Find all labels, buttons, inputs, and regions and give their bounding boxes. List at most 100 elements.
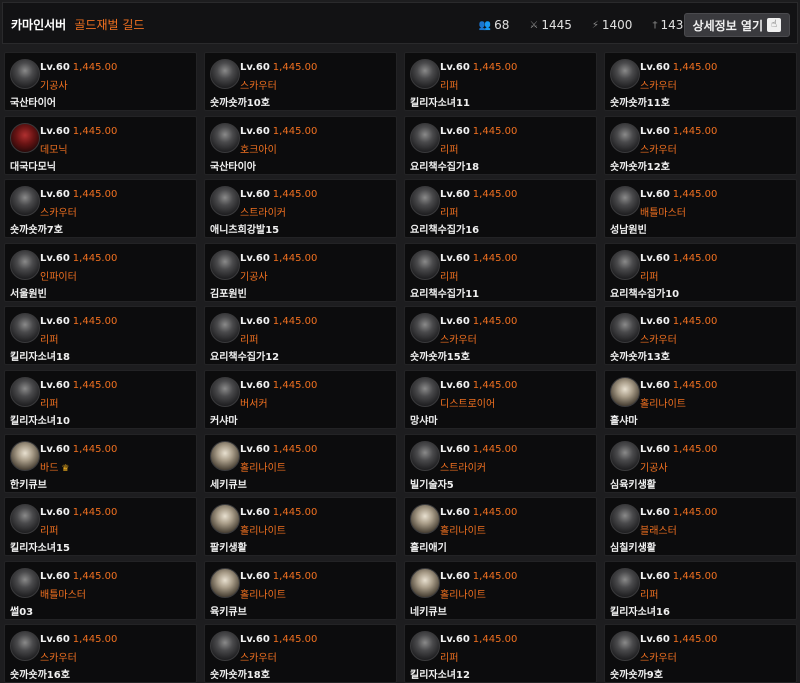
member-level: Lv.60 [40, 507, 70, 519]
member-card[interactable]: Lv.60 1,445.00 배틀마스터 썰03 [4, 560, 197, 620]
crown-icon: ♛ [61, 463, 70, 474]
item-level: 1,445.00 [72, 316, 118, 328]
member-class: 리퍼 [440, 208, 459, 220]
member-card[interactable]: Lv.60 1,445.00 스카우터 숏까숏까16호 [4, 624, 197, 683]
level-line: Lv.60 1,445.00 [40, 316, 117, 327]
member-card[interactable]: Lv.60 1,445.00 블래스터 심칠키생활 [604, 497, 797, 557]
member-level: Lv.60 [40, 62, 70, 73]
member-card[interactable]: Lv.60 1,445.00 스카우터 숏까숏까10호 [204, 52, 397, 111]
member-card[interactable]: Lv.60 1,445.00 리퍼 요리책수집가18 [404, 115, 597, 175]
character-avatar [210, 567, 240, 598]
member-card[interactable]: Lv.60 1,445.00 버서커 커샤마 [204, 369, 397, 429]
item-level: 1,445.00 [272, 62, 318, 73]
level-line: Lv.60 1,445.00 [240, 571, 317, 582]
member-card[interactable]: Lv.60 1,445.00 스카우터 숏까숏까9호 [604, 624, 797, 683]
item-level: 1,445.00 [272, 379, 318, 391]
member-level: Lv.60 [640, 443, 670, 455]
detail-open-button[interactable]: 상세정보 열기 ☝ [683, 13, 790, 37]
character-avatar [410, 440, 440, 471]
class-line: 버서커 [240, 395, 268, 410]
member-card[interactable]: Lv.60 1,445.00 스카우터 숏까숏까12호 [604, 115, 797, 175]
member-class: 디스트로이어 [440, 398, 496, 410]
member-card[interactable]: Lv.60 1,445.00 기공사 심육키생활 [604, 433, 797, 493]
member-name: 킬리자소녀15 [10, 543, 70, 555]
item-level: 1,445.00 [272, 443, 318, 455]
item-level: 1,445.00 [672, 125, 718, 137]
member-card[interactable]: Lv.60 1,445.00 리퍼 킬리자소녀10 [4, 369, 197, 429]
level-line: Lv.60 1,445.00 [40, 253, 117, 264]
member-card[interactable]: Lv.60 1,445.00 스트라이커 빌기술자5 [404, 433, 597, 493]
level-line: Lv.60 1,445.00 [640, 571, 717, 582]
member-card[interactable]: Lv.60 1,445.00 인파이터 서울원빈 [4, 242, 197, 302]
member-level: Lv.60 [640, 252, 670, 264]
character-avatar [410, 504, 440, 535]
class-line: 기공사 [240, 268, 268, 283]
member-card[interactable]: Lv.60 1,445.00 배틀마스터 성남원빈 [604, 179, 797, 239]
class-line: 바드 ♛ [40, 459, 69, 474]
character-avatar [10, 122, 40, 153]
member-card[interactable]: Lv.60 1,445.00 스트라이커 애니츠희강발15 [204, 179, 397, 239]
detail-button-label: 상세정보 열기 [692, 18, 763, 33]
member-level: Lv.60 [240, 252, 270, 264]
class-line: 리퍼 [240, 331, 258, 346]
member-card[interactable]: Lv.60 1,445.00 홀리나이트 네키큐브 [404, 560, 597, 620]
guild-title: 카마인서버 골드재벌 길드 [11, 16, 144, 33]
member-class: 리퍼 [440, 144, 459, 156]
item-level: 1,445.00 [72, 507, 118, 519]
member-card[interactable]: Lv.60 1,445.00 홀리나이트 육키큐브 [204, 560, 397, 620]
member-name: 킬리자소녀11 [410, 98, 470, 109]
level-line: Lv.60 1,445.00 [440, 253, 517, 264]
dagger-icon: † [652, 19, 658, 31]
member-card[interactable]: Lv.60 1,445.00 홀리나이트 세키큐브 [204, 433, 397, 493]
member-class: 리퍼 [240, 335, 259, 347]
item-level: 1,445.00 [72, 189, 118, 201]
item-level: 1,445.00 [72, 125, 118, 137]
character-avatar [210, 122, 240, 153]
item-level: 1,445.00 [472, 570, 518, 582]
member-card[interactable]: Lv.60 1,445.00 기공사 국산타이어 [4, 52, 197, 111]
character-avatar [210, 313, 240, 344]
member-class: 리퍼 [440, 653, 459, 665]
member-card[interactable]: Lv.60 1,445.00 스카우터 숏까숏까13호 [604, 306, 797, 366]
member-level: Lv.60 [40, 634, 70, 646]
item-level: 1,445.00 [672, 507, 718, 519]
character-avatar [610, 186, 640, 217]
member-level: Lv.60 [440, 634, 470, 646]
member-card[interactable]: Lv.60 1,445.00 스카우터 숏까숏까15호 [404, 306, 597, 366]
member-card[interactable]: Lv.60 1,445.00 홀리나이트 홀리애기 [404, 497, 597, 557]
member-card[interactable]: Lv.60 1,445.00 데모닉 대국다모닉 [4, 115, 197, 175]
member-card[interactable]: Lv.60 1,445.00 바드 ♛ 한키큐브 [4, 433, 197, 493]
level-line: Lv.60 1,445.00 [640, 507, 717, 518]
level-line: Lv.60 1,445.00 [240, 126, 317, 137]
member-class: 스카우터 [240, 653, 277, 665]
member-card[interactable]: Lv.60 1,445.00 리퍼 요리책수집가10 [604, 242, 797, 302]
member-card[interactable]: Lv.60 1,445.00 리퍼 킬리자소녀11 [404, 52, 597, 111]
character-avatar [410, 567, 440, 598]
class-line: 호크아이 [240, 141, 277, 156]
member-card[interactable]: Lv.60 1,445.00 리퍼 킬리자소녀16 [604, 560, 797, 620]
member-card[interactable]: Lv.60 1,445.00 스카우터 숏까숏까11호 [604, 52, 797, 111]
member-level: Lv.60 [40, 189, 70, 201]
member-card[interactable]: Lv.60 1,445.00 리퍼 킬리자소녀18 [4, 306, 197, 366]
member-card[interactable]: Lv.60 1,445.00 스카우터 숏까숏까18호 [204, 624, 397, 683]
item-level: 1,445.00 [272, 570, 318, 582]
member-card[interactable]: Lv.60 1,445.00 스카우터 숏까숏까7호 [4, 179, 197, 239]
member-class: 버서커 [240, 398, 268, 410]
member-card[interactable]: Lv.60 1,445.00 리퍼 요리책수집가11 [404, 242, 597, 302]
member-name: 홀샤마 [610, 415, 638, 427]
member-card[interactable]: Lv.60 1,445.00 호크아이 국산타이아 [204, 115, 397, 175]
member-card[interactable]: Lv.60 1,445.00 리퍼 킬리자소녀12 [404, 624, 597, 683]
level-line: Lv.60 1,445.00 [640, 634, 717, 645]
item-level: 1,445.00 [472, 316, 518, 328]
member-level: Lv.60 [440, 507, 470, 519]
member-card[interactable]: Lv.60 1,445.00 기공사 김포원빈 [204, 242, 397, 302]
member-card[interactable]: Lv.60 1,445.00 디스트로이어 망샤마 [404, 369, 597, 429]
member-card[interactable]: Lv.60 1,445.00 리퍼 요리책수집가12 [204, 306, 397, 366]
member-class: 스카우터 [640, 653, 677, 665]
member-name: 숏까숏까16호 [10, 670, 70, 682]
member-card[interactable]: Lv.60 1,445.00 리퍼 요리책수집가16 [404, 179, 597, 239]
member-card[interactable]: Lv.60 1,445.00 홀리나이트 팔키생활 [204, 497, 397, 557]
member-card[interactable]: Lv.60 1,445.00 홀리나이트 홀샤마 [604, 369, 797, 429]
class-line: 스카우터 [640, 649, 677, 664]
member-card[interactable]: Lv.60 1,445.00 리퍼 킬리자소녀15 [4, 497, 197, 557]
